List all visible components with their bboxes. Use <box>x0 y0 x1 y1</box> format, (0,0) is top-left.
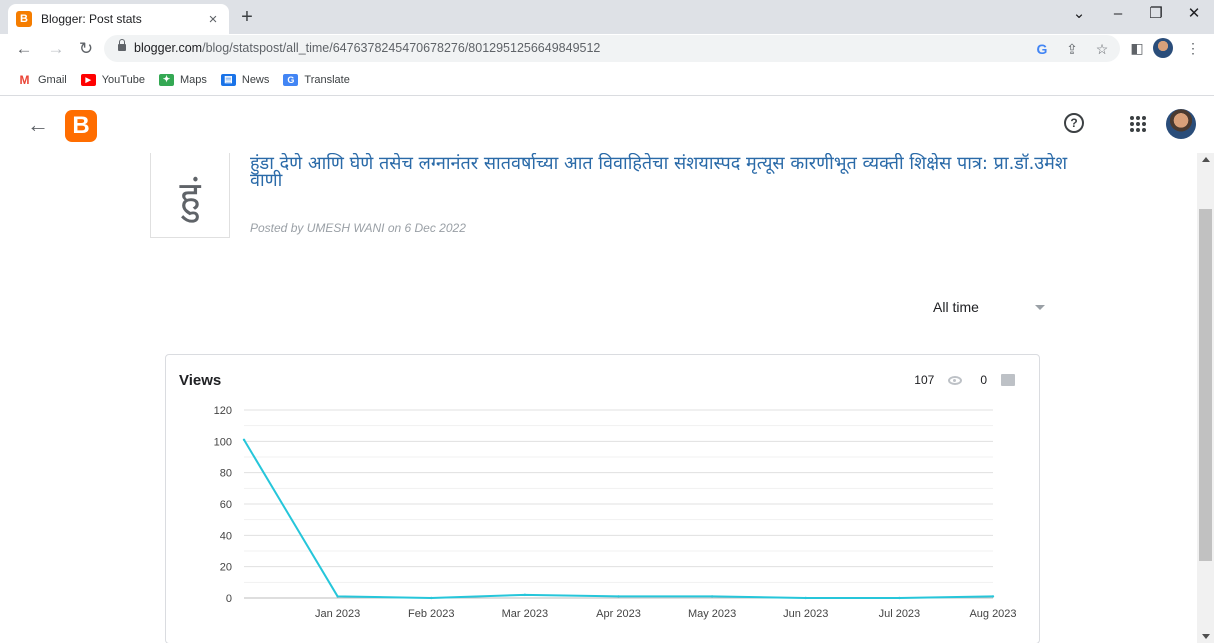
scrollbar-thumb[interactable] <box>1199 209 1212 561</box>
app-header: ← B ? <box>0 97 1214 153</box>
bookmark-translate[interactable]: G Translate <box>283 73 350 86</box>
x-tick-label: Mar 2023 <box>502 608 548 620</box>
minimize-button[interactable]: – <box>1099 0 1137 30</box>
views-card: Views 107 0 0 20 40 60 80 100 120 Jan 2023 Feb 2… <box>165 354 1040 643</box>
url-text: blogger.com/blog/statspost/all_time/6476… <box>134 41 601 55</box>
y-tick-label: 100 <box>214 436 232 448</box>
y-tick-label: 40 <box>220 530 232 542</box>
post-stats-content: हुं हुंडा देणे आणि घेणे तसेच लग्नानंतर स… <box>0 153 1197 643</box>
blogger-favicon-icon: B <box>16 11 32 27</box>
scroll-down-icon[interactable] <box>1202 634 1210 639</box>
apps-grid-icon[interactable] <box>1130 116 1146 132</box>
x-tick-label: Jun 2023 <box>783 608 828 620</box>
post-title[interactable]: हुंडा देणे आणि घेणे तसेच लग्नानंतर सातवर… <box>250 155 1070 190</box>
back-arrow-icon[interactable]: ← <box>27 112 49 138</box>
bookmark-news[interactable]: ▤ News <box>220 73 269 86</box>
x-tick-label: Feb 2023 <box>408 608 454 620</box>
post-meta: Posted by UMESH WANI on 6 Dec 2022 <box>250 221 466 235</box>
data-point <box>523 593 527 597</box>
lock-icon[interactable] <box>118 39 126 52</box>
x-tick-label: May 2023 <box>688 608 736 620</box>
blogger-logo[interactable]: B <box>65 110 97 142</box>
data-point <box>804 596 807 600</box>
side-panel-icon[interactable]: ◧ <box>1126 37 1148 59</box>
time-range-select[interactable]: All time <box>933 295 1049 319</box>
forward-arrow-icon[interactable]: → <box>44 37 68 61</box>
bookmark-maps[interactable]: ✦ Maps <box>158 73 207 86</box>
dropdown-arrow-icon <box>1035 304 1045 310</box>
share-icon[interactable]: ⇪ <box>1062 39 1082 59</box>
data-point <box>898 596 901 600</box>
help-icon[interactable]: ? <box>1064 113 1084 133</box>
data-point <box>430 596 433 600</box>
x-tick-label: Jul 2023 <box>879 608 921 620</box>
bookmarks-bar: M Gmail ▶ YouTube ✦ Maps ▤ News G Transl… <box>0 64 1214 96</box>
translate-icon: G <box>283 73 299 86</box>
news-icon: ▤ <box>220 73 236 86</box>
post-thumbnail: हुं <box>150 153 230 238</box>
y-tick-label: 60 <box>220 499 232 511</box>
reload-icon[interactable]: ↻ <box>74 37 98 61</box>
close-window-button[interactable]: ✕ <box>1175 0 1213 30</box>
page-scrollbar[interactable] <box>1197 153 1214 643</box>
account-avatar[interactable] <box>1166 109 1196 139</box>
bookmark-gmail[interactable]: M Gmail <box>17 73 67 87</box>
youtube-icon: ▶ <box>80 73 96 86</box>
time-range-label: All time <box>933 299 979 315</box>
browser-menu-icon[interactable]: ⋮ <box>1182 37 1204 59</box>
views-series-line <box>243 439 994 599</box>
bookmark-star-icon[interactable]: ☆ <box>1092 39 1112 59</box>
scroll-up-icon[interactable] <box>1202 157 1210 162</box>
maps-icon: ✦ <box>158 73 174 86</box>
browser-toolbar: ← → ↻ blogger.com/blog/statspost/all_tim… <box>0 34 1214 64</box>
y-tick-label: 0 <box>226 593 232 605</box>
back-arrow-icon[interactable]: ← <box>12 37 36 61</box>
restore-button[interactable]: ❐ <box>1137 0 1175 30</box>
x-tick-label: Apr 2023 <box>596 608 641 620</box>
x-tick-label: Aug 2023 <box>969 608 1016 620</box>
y-tick-label: 120 <box>214 405 232 417</box>
views-line-chart: 0 20 40 60 80 100 120 Jan 2023 Feb 2023 Mar 2023 A… <box>214 405 1017 620</box>
tab-title: Blogger: Post stats <box>41 12 142 26</box>
profile-avatar-icon[interactable] <box>1153 38 1173 58</box>
browser-tab-strip: B Blogger: Post stats × + ⌄ – ❐ ✕ <box>0 0 1214 34</box>
gmail-icon: M <box>17 73 32 87</box>
new-tab-button[interactable]: + <box>234 4 260 30</box>
data-point <box>617 595 620 598</box>
data-point <box>710 595 714 598</box>
google-lens-icon[interactable]: G <box>1032 39 1052 59</box>
tab-search-icon[interactable]: ⌄ <box>1060 0 1098 30</box>
browser-tab[interactable]: B Blogger: Post stats × <box>8 4 229 34</box>
data-point <box>242 438 246 441</box>
y-tick-label: 20 <box>220 562 232 574</box>
close-tab-icon[interactable]: × <box>205 11 221 28</box>
data-point <box>991 595 995 598</box>
y-tick-label: 80 <box>220 468 232 480</box>
address-bar[interactable]: blogger.com/blog/statspost/all_time/6476… <box>104 35 1120 62</box>
bookmark-youtube[interactable]: ▶ YouTube <box>80 73 145 86</box>
data-point <box>336 595 339 598</box>
x-tick-label: Jan 2023 <box>315 608 360 620</box>
